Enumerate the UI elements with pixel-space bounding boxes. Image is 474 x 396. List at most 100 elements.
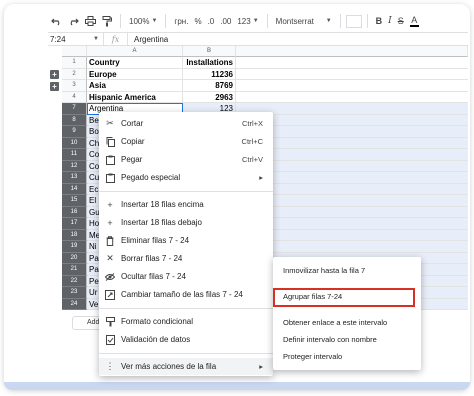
more-formats-select[interactable]: 123 ▼ [234, 12, 261, 30]
expand-group-icon[interactable]: + [50, 70, 59, 79]
row-header[interactable]: 18 [62, 229, 87, 241]
menu-item-insert-below[interactable]: + Insertar 18 filas debajo [99, 214, 273, 231]
more-vertical-icon: ⋮ [105, 361, 115, 371]
row-header[interactable]: 22 [62, 275, 87, 287]
cell-a[interactable]: Asia [87, 80, 183, 92]
column-header-a[interactable]: A [87, 46, 183, 57]
fx-icon: fx [104, 33, 128, 45]
menu-item-conditional-format[interactable]: Formato condicional [99, 313, 273, 330]
text-color-letter: A [411, 14, 418, 25]
cell-b[interactable]: 8769 [183, 80, 236, 92]
column-header-empty [236, 46, 468, 57]
empty-cells[interactable] [236, 69, 468, 80]
cell-a[interactable]: Europe [87, 68, 183, 80]
window-bottom-bar [4, 382, 470, 390]
clipboard-icon [99, 155, 121, 165]
undo-icon[interactable] [48, 12, 65, 30]
menu-divider [99, 191, 273, 192]
paint-format-icon[interactable] [99, 12, 115, 30]
menu-item-label: Borrar filas 7 - 24 [121, 254, 183, 263]
bold-button[interactable]: B [373, 12, 386, 30]
row-header[interactable]: 9 [62, 126, 87, 138]
menu-item-cut[interactable]: ✂ Cortar Ctrl+X [99, 115, 273, 132]
row-header[interactable]: 16 [62, 206, 87, 218]
decrease-decimal-button[interactable]: .0 [205, 12, 218, 30]
menu-item-hide-rows[interactable]: Ocultar filas 7 - 24 [99, 268, 273, 285]
cell-b[interactable]: 2963 [183, 91, 236, 103]
print-icon[interactable] [82, 12, 99, 30]
select-all-corner[interactable] [62, 46, 87, 57]
submenu-item-named-range[interactable]: Definir intervalo con nombre [273, 332, 421, 348]
submenu-item-protect-range[interactable]: Proteger intervalo [273, 349, 421, 365]
context-menu: ✂ Cortar Ctrl+X Copiar Ctrl+C Pegar Ctrl… [99, 112, 273, 376]
chevron-down-icon: ▼ [325, 18, 332, 24]
submenu-item-get-link[interactable]: Obtener enlace a este intervalo [273, 315, 421, 331]
row-header[interactable]: 19 [62, 241, 87, 253]
row-header[interactable]: 8 [62, 114, 87, 126]
menu-item-shortcut: Ctrl+V [241, 155, 263, 164]
row-header[interactable]: 24 [62, 298, 87, 310]
menu-item-delete-rows[interactable]: Eliminar filas 7 - 24 [99, 232, 273, 249]
font-size-field[interactable] [345, 14, 362, 28]
menu-divider [99, 308, 273, 309]
menu-item-shortcut: Ctrl+C [241, 137, 263, 146]
row-header[interactable]: 14 [62, 183, 87, 195]
empty-cells[interactable] [236, 92, 468, 103]
name-box[interactable]: 7:24 ▼ [48, 33, 104, 45]
expand-group-icon[interactable]: + [50, 81, 59, 91]
formula-input[interactable]: Argentina [128, 35, 168, 44]
row-header[interactable]: 1 [62, 57, 87, 69]
menu-item-shortcut: Ctrl+X [241, 119, 263, 128]
row-header[interactable]: 15 [62, 195, 87, 207]
row-header[interactable]: 3 [62, 80, 87, 92]
table-row[interactable]: 2 Europe 11236 [62, 68, 468, 80]
table-row[interactable]: 4 Hispanic America 2963 [62, 91, 468, 103]
menu-item-clear-rows[interactable]: ✕ Borrar filas 7 - 24 [99, 250, 273, 267]
toolbar-divider [339, 14, 341, 28]
row-header[interactable]: 23 [62, 287, 87, 299]
zoom-select[interactable]: 100% ▼ [126, 12, 160, 30]
row-header[interactable]: 20 [62, 252, 87, 264]
redo-icon[interactable] [65, 12, 82, 30]
increase-decimal-button[interactable]: .00 [217, 12, 234, 30]
menu-item-more-row-actions[interactable]: ⋮ Ver más acciones de la fila ▸ [99, 358, 273, 375]
cell-a[interactable]: Hispanic America [87, 91, 183, 103]
text-color-button[interactable]: A [407, 12, 422, 30]
submenu-item-freeze[interactable]: Inmovilizar hasta la fila 7 [273, 263, 421, 279]
menu-item-copy[interactable]: Copiar Ctrl+C [99, 133, 273, 150]
table-row[interactable]: 1 Country Installations [62, 57, 468, 69]
menu-item-label: Copiar [121, 137, 145, 146]
menu-item-paste[interactable]: Pegar Ctrl+V [99, 151, 273, 168]
menu-item-paste-special[interactable]: Pegado especial ▸ [99, 169, 273, 186]
close-icon: ✕ [106, 253, 114, 263]
column-header-b[interactable]: B [183, 46, 236, 57]
strikethrough-button[interactable]: S [395, 12, 407, 30]
row-header[interactable]: 13 [62, 172, 87, 184]
font-select[interactable]: Montserrat ▼ [273, 12, 335, 30]
italic-button[interactable]: I [385, 12, 395, 30]
highlight-box [273, 288, 415, 307]
menu-item-data-validation[interactable]: Validación de datos [99, 331, 273, 348]
empty-cells[interactable] [236, 57, 468, 69]
row-header[interactable]: 17 [62, 218, 87, 230]
more-formats-label: 123 [237, 16, 251, 26]
percent-button[interactable]: % [191, 12, 204, 30]
scissors-icon: ✂ [106, 118, 114, 128]
row-header[interactable]: 4 [62, 91, 87, 103]
empty-cells[interactable] [236, 80, 468, 92]
row-header[interactable]: 2 [62, 68, 87, 80]
cell-b[interactable]: 11236 [183, 68, 236, 80]
row-header[interactable]: 21 [62, 264, 87, 276]
row-header[interactable]: 10 [62, 137, 87, 149]
row-header[interactable]: 7 [62, 103, 87, 115]
row-header[interactable]: 12 [62, 160, 87, 172]
eye-off-icon [99, 272, 121, 281]
cell-b[interactable]: Installations [183, 57, 236, 69]
row-header[interactable]: 11 [62, 149, 87, 161]
currency-button[interactable]: грн. [171, 12, 191, 30]
submenu-arrow-icon: ▸ [259, 173, 263, 182]
table-row[interactable]: 3 Asia 8769 [62, 80, 468, 92]
menu-item-resize-rows[interactable]: Cambiar tamaño de las filas 7 - 24 [99, 286, 273, 303]
menu-item-insert-above[interactable]: + Insertar 18 filas encima [99, 196, 273, 213]
cell-a[interactable]: Country [87, 57, 183, 69]
